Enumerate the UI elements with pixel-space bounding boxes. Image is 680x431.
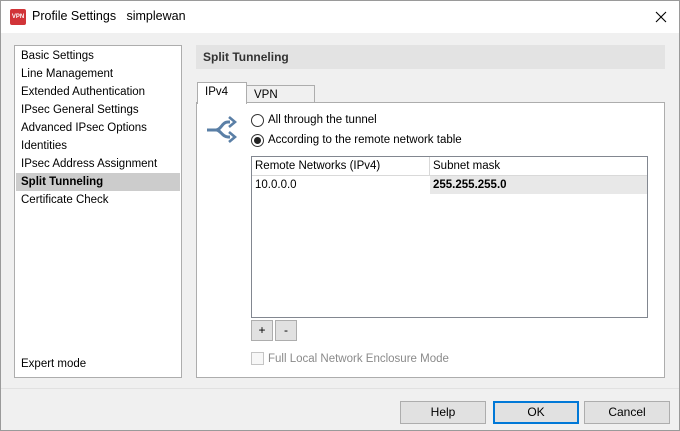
- ipv4-tab-panel: All through the tunnel According to the …: [196, 102, 665, 378]
- nav-item-line-management[interactable]: Line Management: [16, 65, 180, 83]
- nav-item-ipsec-general-settings[interactable]: IPsec General Settings: [16, 101, 180, 119]
- nav-item-extended-authentication[interactable]: Extended Authentication: [16, 83, 180, 101]
- profile-settings-window: VPN Profile Settings simplewan Basic Set…: [0, 0, 680, 431]
- nav-item-basic-settings[interactable]: Basic Settings: [16, 47, 180, 65]
- split-arrows-icon: [207, 116, 237, 143]
- tab-ipv4[interactable]: IPv4: [197, 82, 247, 104]
- all-through-tunnel-option[interactable]: All through the tunnel: [251, 112, 377, 128]
- dialog-button-bar: Help OK Cancel: [1, 388, 679, 430]
- title-bar[interactable]: VPN Profile Settings simplewan: [1, 1, 679, 33]
- cell-subnet-mask[interactable]: 255.255.255.0: [430, 176, 647, 194]
- vpn-app-icon: VPN: [10, 9, 26, 25]
- all-through-tunnel-label: All through the tunnel: [268, 114, 377, 126]
- settings-category-list[interactable]: Basic Settings Line Management Extended …: [14, 45, 182, 378]
- remote-networks-table[interactable]: Remote Networks (IPv4) Subnet mask 10.0.…: [251, 156, 648, 318]
- nav-item-advanced-ipsec-options[interactable]: Advanced IPsec Options: [16, 119, 180, 137]
- nav-item-split-tunneling[interactable]: Split Tunneling: [16, 173, 180, 191]
- expert-mode-label[interactable]: Expert mode: [21, 358, 86, 370]
- nav-item-certificate-check[interactable]: Certificate Check: [16, 191, 180, 209]
- remove-network-button[interactable]: -: [275, 320, 297, 341]
- cell-remote-network[interactable]: 10.0.0.0: [252, 176, 430, 194]
- remote-network-table-label: According to the remote network table: [268, 134, 462, 146]
- full-local-network-enclosure-option: Full Local Network Enclosure Mode: [251, 352, 449, 365]
- section-title: Split Tunneling: [196, 45, 665, 69]
- full-local-network-enclosure-label: Full Local Network Enclosure Mode: [268, 352, 449, 365]
- nav-item-identities[interactable]: Identities: [16, 137, 180, 155]
- help-button[interactable]: Help: [400, 401, 486, 424]
- add-network-button[interactable]: +: [251, 320, 273, 341]
- table-row[interactable]: 10.0.0.0 255.255.255.0: [252, 176, 647, 194]
- ok-button[interactable]: OK: [493, 401, 579, 424]
- column-header-remote-networks[interactable]: Remote Networks (IPv4): [252, 157, 430, 176]
- all-through-tunnel-radio[interactable]: [251, 113, 264, 127]
- window-title: Profile Settings simplewan: [32, 9, 186, 23]
- remote-network-table-option[interactable]: According to the remote network table: [251, 132, 462, 148]
- close-icon: [655, 11, 667, 23]
- close-button[interactable]: [649, 5, 673, 29]
- cancel-button[interactable]: Cancel: [584, 401, 670, 424]
- full-local-network-enclosure-checkbox: [251, 352, 264, 365]
- remote-network-table-radio[interactable]: [251, 133, 264, 147]
- nav-item-ipsec-address-assignment[interactable]: IPsec Address Assignment: [16, 155, 180, 173]
- column-header-subnet-mask[interactable]: Subnet mask: [430, 157, 647, 176]
